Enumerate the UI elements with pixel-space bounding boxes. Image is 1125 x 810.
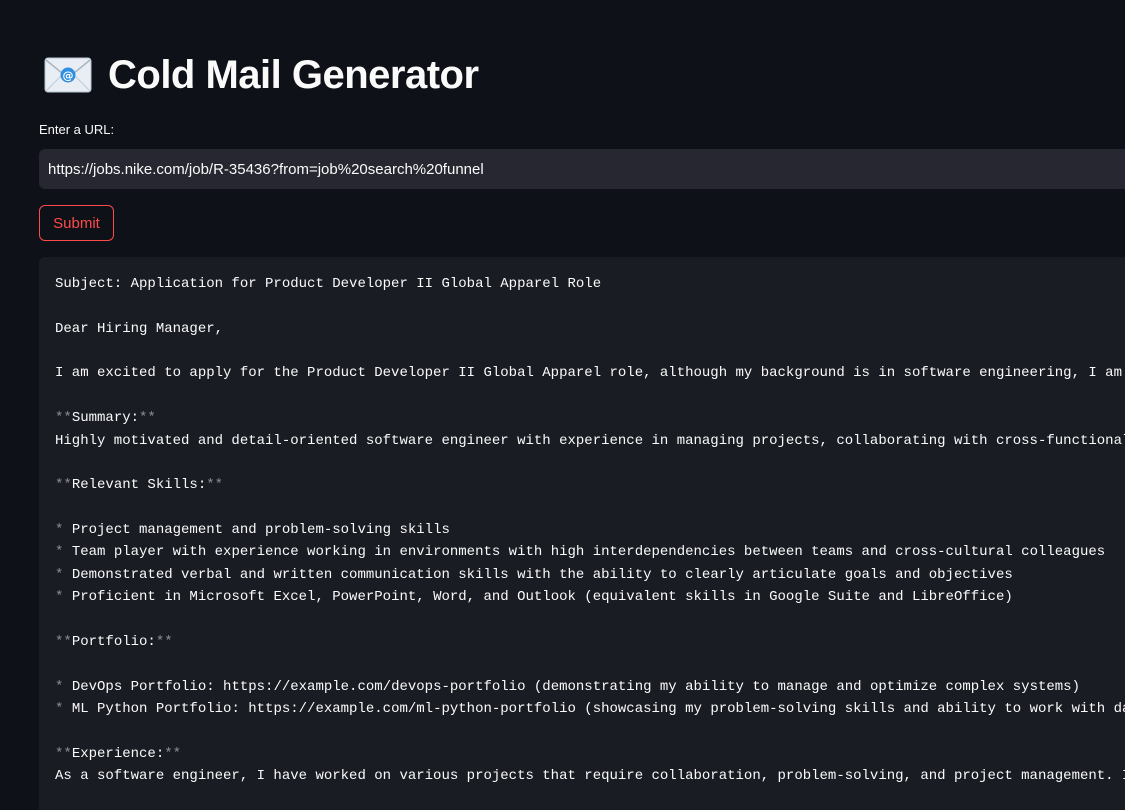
portfolio-text: DevOps Portfolio: https://example.com/de… [71,679,1080,695]
bold-marker-open: ** [55,477,72,493]
submit-button[interactable]: Submit [39,205,114,241]
email-intro-line: I am excited to apply for the Product De… [55,365,1122,381]
experience-text-line: As a software engineer, I have worked on… [55,768,1125,784]
bullet-marker: * [55,679,64,695]
experience-heading-line: **Experience:** [55,745,181,763]
email-greeting-line: Dear Hiring Manager, [55,321,224,337]
bold-marker-open: ** [55,410,72,426]
email-subject-line: Subject: Application for Product Develop… [55,276,602,292]
skill-text: Project management and problem-solving s… [71,522,450,538]
portfolio-heading-line: **Portfolio:** [55,633,173,651]
bold-marker-open: ** [55,634,72,650]
url-input[interactable] [39,149,1125,189]
bold-marker-close: ** [155,634,173,650]
skills-heading: Relevant Skills: [71,477,207,493]
bold-marker-open: ** [55,746,72,762]
portfolio-text: ML Python Portfolio: https://example.com… [71,701,1125,717]
bullet-marker: * [55,701,64,717]
bullet-marker: * [55,567,64,583]
skill-list-item: * Demonstrated verbal and written commun… [55,566,1013,584]
portfolio-heading: Portfolio: [71,634,156,650]
incoming-envelope-icon: @ [44,57,92,93]
page-title: Cold Mail Generator [108,52,479,97]
experience-heading: Experience: [71,746,165,762]
bold-marker-close: ** [139,410,156,426]
bold-marker-close: ** [206,477,224,493]
app-header: @ Cold Mail Generator [44,48,479,102]
summary-heading-line: **Summary:** [55,409,156,427]
skill-list-item: * Team player with experience working in… [55,543,1105,561]
skills-heading-line: **Relevant Skills:** [55,476,223,494]
summary-heading: Summary: [71,410,140,426]
skill-text: Proficient in Microsoft Excel, PowerPoin… [71,589,1013,605]
skill-text: Demonstrated verbal and written communic… [71,567,1013,583]
url-field-label: Enter a URL: [39,122,115,137]
summary-text-line: Highly motivated and detail-oriented sof… [55,433,1125,449]
bullet-marker: * [55,544,64,560]
skill-list-item: * Project management and problem-solving… [55,521,450,539]
bullet-marker: * [55,589,64,605]
svg-text:@: @ [63,69,74,82]
portfolio-list-item: * DevOps Portfolio: https://example.com/… [55,678,1080,696]
skill-list-item: * Proficient in Microsoft Excel, PowerPo… [55,588,1013,606]
generated-email-code-block[interactable]: Subject: Application for Product Develop… [39,257,1125,810]
skill-text: Team player with experience working in e… [71,544,1106,560]
bold-marker-close: ** [164,746,182,762]
portfolio-list-item: * ML Python Portfolio: https://example.c… [55,700,1125,718]
bullet-marker: * [55,522,64,538]
